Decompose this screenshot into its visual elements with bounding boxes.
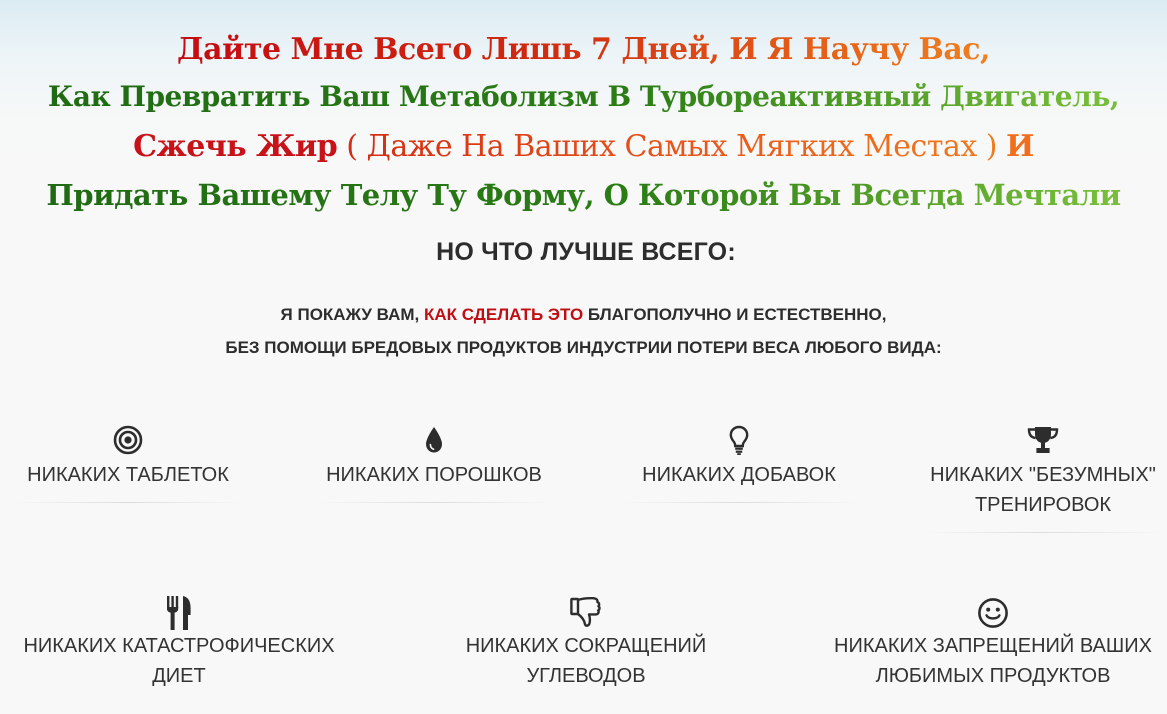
feature-no-favorite-food-bans: НИКАКИХ ЗАПРЕЩЕНИЙ ВАШИХ ЛЮБИМЫХ ПРОДУКТ… [812,595,1167,691]
feature-divider [13,502,243,503]
headline-burn-fat: Сжечь Жир [133,129,338,164]
feature-no-crazy-workouts: НИКАКИХ "БЕЗУМНЫХ" ТРЕНИРОВОК [916,424,1167,533]
feature-label: НИКАКИХ ТАБЛЕТОК [27,464,229,486]
headline-line-2-text: Как Превратить Ваш Метаболизм В Турбореа… [47,80,1120,113]
subhead: НО ЧТО ЛУЧШЕ ВСЕГО: [436,238,736,266]
drop-icon [312,424,556,460]
feature-no-carb-cuts: НИКАКИХ СОКРАЩЕНИЙ УГЛЕВОДОВ [446,595,726,691]
intro-line-2: БЕЗ ПОМОЩИ БРЕДОВЫХ ПРОДУКТОВ ИНДУСТРИИ … [225,338,942,357]
thumbs-down-icon [446,595,726,631]
headline-parenthetical: ( Даже На Ваших Самых Мягких Местах ) [337,129,1007,164]
feature-label: НИКАКИХ КАТАСТРОФИЧЕСКИХ ДИЕТ [23,635,335,687]
intro-accent: КАК СДЕЛАТЬ ЭТО [423,305,584,324]
feature-no-diets: НИКАКИХ КАТАСТРОФИЧЕСКИХ ДИЕТ [8,595,350,691]
headline-line-1-text: Дайте Мне Всего Лишь 7 Дней, И Я Научу В… [176,32,991,67]
intro-line-1-start: Я ПОКАЖУ ВАМ, [280,305,424,324]
intro-line-1: Я ПОКАЖУ ВАМ, КАК СДЕЛАТЬ ЭТО БЛАГОПОЛУЧ… [0,305,1167,325]
headline-line-4: Придать Вашему Телу Ту Форму, О Которой … [0,172,1167,218]
feature-no-supplements: НИКАКИХ ДОБАВОК [620,424,858,503]
feature-divider [923,532,1163,533]
intro-line-1-end: БЛАГОПОЛУЧНО И ЕСТЕСТВЕННО, [583,305,887,324]
smile-icon [812,595,1167,631]
headline-line-1: Дайте Мне Всего Лишь 7 Дней, И Я Научу В… [0,27,1167,73]
feature-label: НИКАКИХ ДОБАВОК [642,464,836,486]
headline-line-3: Сжечь Жир ( Даже На Ваших Самых Мягких М… [0,124,1167,170]
cutlery-icon [8,595,350,631]
feature-divider [621,502,857,503]
feature-label: НИКАКИХ ЗАПРЕЩЕНИЙ ВАШИХ ЛЮБИМЫХ ПРОДУКТ… [834,635,1152,687]
feature-divider [316,502,552,503]
headline-line-4-text: Придать Вашему Телу Ту Форму, О Которой … [46,178,1121,212]
feature-no-powders: НИКАКИХ ПОРОШКОВ [312,424,556,503]
feature-label: НИКАКИХ "БЕЗУМНЫХ" ТРЕНИРОВОК [930,464,1156,516]
headline-line-2: Как Превратить Ваш Метаболизм В Турбореа… [0,74,1167,120]
trophy-icon [916,424,1167,460]
headline-and: И [1006,129,1034,164]
feature-no-pills: НИКАКИХ ТАБЛЕТОК [8,424,248,503]
feature-label: НИКАКИХ ПОРОШКОВ [326,464,542,486]
lightbulb-icon [620,424,858,460]
feature-label: НИКАКИХ СОКРАЩЕНИЙ УГЛЕВОДОВ [465,635,707,687]
target-icon [8,424,248,460]
